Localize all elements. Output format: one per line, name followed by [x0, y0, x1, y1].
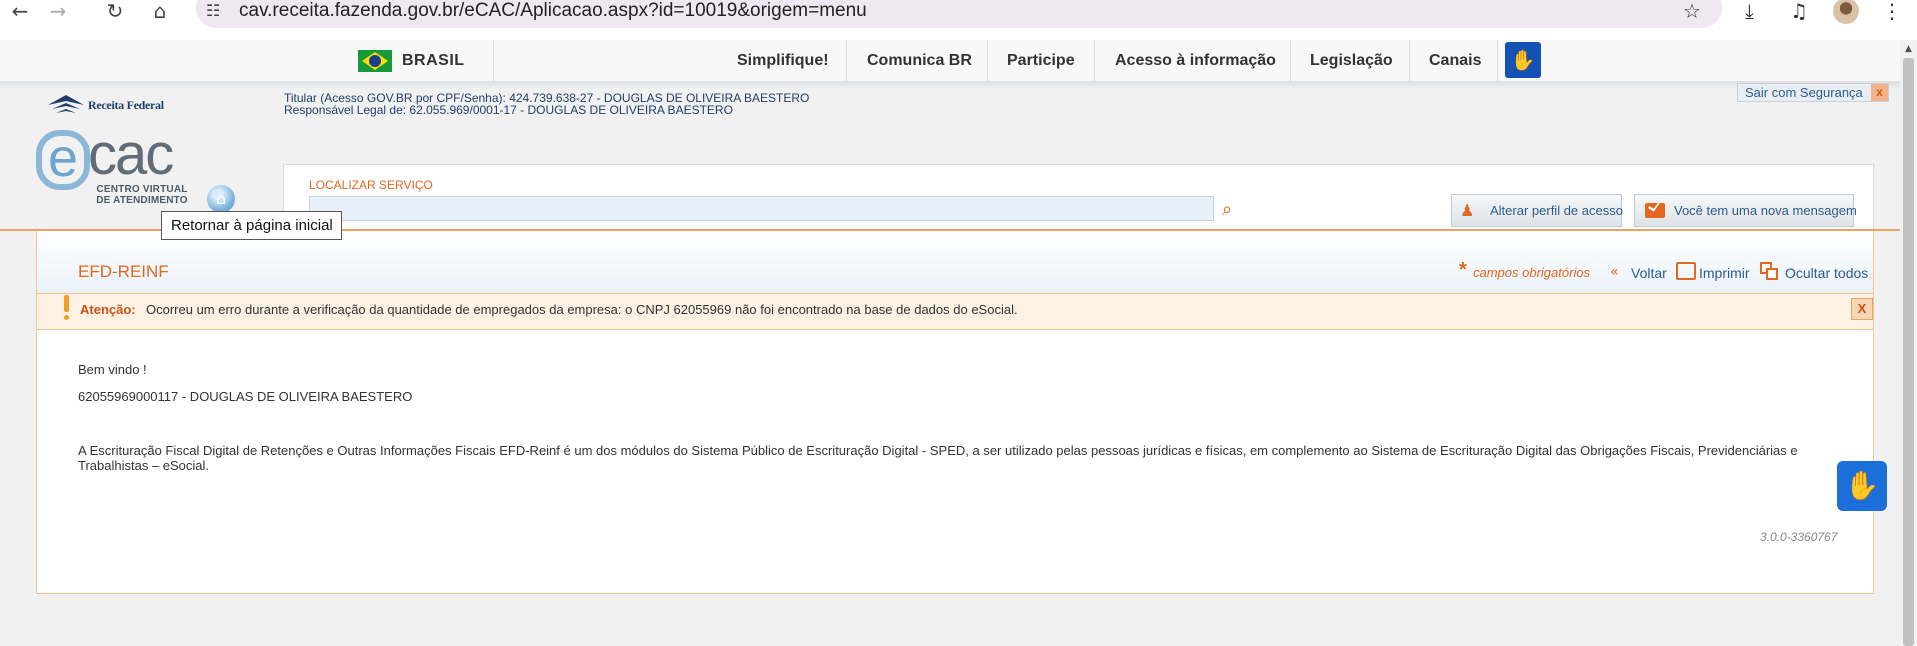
hide-all-link[interactable]: Ocultar todos — [1785, 265, 1868, 281]
scrollbar-thumb[interactable] — [1903, 58, 1914, 646]
envelope-icon — [1645, 203, 1665, 218]
receita-federal-logo-text: Receita Federal — [88, 98, 164, 112]
warning-icon — [63, 295, 70, 320]
new-message-label[interactable]: Você tem uma nova mensagem — [1674, 203, 1857, 218]
logout-close-icon[interactable]: x — [1871, 84, 1888, 101]
gov-link-legislacao[interactable]: Legislação — [1310, 40, 1393, 82]
logout-label[interactable]: Sair com Segurança — [1745, 84, 1863, 101]
home-tooltip: Retornar à página inicial — [161, 211, 342, 240]
gov-divider — [1497, 40, 1498, 82]
gov-link-acesso-informacao[interactable]: Acesso à informação — [1115, 40, 1276, 82]
ecac-logo-cac: cac — [88, 122, 174, 187]
url-text[interactable]: cav.receita.fazenda.gov.br/eCAC/Aplicaca… — [239, 0, 867, 22]
ecac-subtitle-line2: DE ATENDIMENTO — [96, 195, 188, 206]
gov-divider — [987, 40, 988, 82]
welcome-text: Bem vindo ! — [78, 362, 147, 377]
print-link[interactable]: Imprimir — [1699, 265, 1750, 281]
media-control-icon[interactable]: ♫ — [1790, 0, 1808, 22]
responsavel-line: Responsável Legal de: 62.055.969/0001-17… — [284, 103, 733, 117]
gov-divider — [1094, 40, 1095, 82]
header-shade — [0, 82, 1900, 89]
account-identity: 62055969000117 - DOUGLAS DE OLIVEIRA BAE… — [78, 389, 413, 404]
gov-brand[interactable]: BRASIL — [402, 40, 465, 82]
home-page-icon[interactable]: ⌂ — [207, 185, 235, 213]
receita-federal-logo-icon — [48, 95, 84, 113]
back-double-arrow-icon[interactable]: « — [1610, 264, 1618, 280]
ecac-logo-e: e — [36, 130, 90, 190]
gov-divider — [1409, 40, 1410, 82]
page-title: EFD-REINF — [78, 262, 169, 281]
efd-reinf-description: A Escrituração Fiscal Digital de Retençõ… — [78, 443, 1798, 473]
vlibras-accessibility-icon[interactable]: ✋ — [1505, 42, 1541, 78]
gov-link-comunica[interactable]: Comunica BR — [867, 40, 972, 82]
collapse-all-icon[interactable] — [1760, 262, 1778, 280]
reload-icon[interactable]: ↻ — [101, 0, 129, 22]
back-arrow-icon[interactable]: ← — [6, 0, 34, 22]
required-star: * — [1459, 259, 1467, 281]
gov-divider — [493, 40, 494, 82]
alert-close-button[interactable]: X — [1851, 298, 1873, 320]
alert-label: Atenção: — [80, 302, 136, 317]
service-search-input[interactable] — [309, 196, 1214, 221]
gov-link-simplifique[interactable]: Simplifique! — [737, 40, 829, 82]
search-label: LOCALIZAR SERVIÇO — [309, 178, 433, 192]
change-profile-label[interactable]: Alterar perfil de acesso — [1490, 203, 1623, 218]
printer-icon[interactable] — [1676, 262, 1696, 280]
users-icon: ♟ — [1460, 201, 1475, 220]
brazil-flag-icon — [358, 50, 392, 72]
back-link[interactable]: Voltar — [1631, 265, 1667, 281]
search-icon[interactable]: ⌕ — [1222, 199, 1232, 221]
gov-divider — [1290, 40, 1291, 82]
bookmark-star-icon[interactable]: ☆ — [1683, 0, 1701, 22]
required-fields-note: campos obrigatórios — [1473, 265, 1591, 280]
browser-menu-icon[interactable]: ⋮ — [1882, 0, 1902, 22]
alert-message: Ocorreu um erro durante a verificação da… — [146, 302, 1018, 317]
user-identity: Titular (Acesso GOV.BR por CPF/Senha): 4… — [284, 92, 809, 116]
gov-link-participe[interactable]: Participe — [1007, 40, 1075, 82]
scroll-up-arrow-icon[interactable]: ▲ — [1900, 40, 1917, 58]
forward-arrow-icon[interactable]: → — [44, 0, 72, 22]
title-bar — [37, 231, 1873, 293]
home-icon[interactable]: ⌂ — [146, 0, 174, 22]
vlibras-floating-icon[interactable]: ✋ — [1837, 461, 1887, 511]
ecac-logo-subtitle: CENTRO VIRTUAL DE ATENDIMENTO — [94, 184, 190, 206]
site-info-icon[interactable]: ☷ — [206, 0, 220, 22]
gov-divider — [846, 40, 847, 82]
gov-link-canais[interactable]: Canais — [1429, 40, 1481, 82]
version-number: 3.0.0-3360767 — [1760, 530, 1838, 544]
ecac-subtitle-line1: CENTRO VIRTUAL — [96, 184, 188, 195]
download-icon[interactable]: ⤓ — [1745, 0, 1754, 22]
